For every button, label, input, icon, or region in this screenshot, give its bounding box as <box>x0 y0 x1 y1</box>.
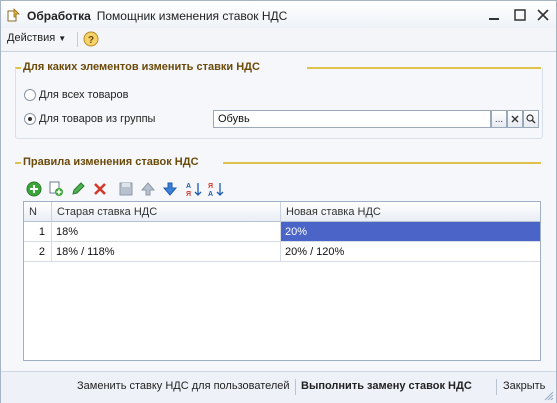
minimize-button[interactable] <box>485 6 503 24</box>
row-2-old-rate[interactable]: 18% / 118% <box>52 242 281 262</box>
window-title: Обработка Помощник изменения ставок НДС <box>27 9 287 23</box>
group-elements-box <box>15 68 543 139</box>
command-bar: Действия ▼ ? <box>1 28 556 52</box>
minimize-icon <box>489 18 499 20</box>
ellipsis-icon: ... <box>494 113 504 125</box>
menu-separator <box>77 32 78 47</box>
group-rules-title: Правила изменения ставок НДС <box>23 156 199 168</box>
add-icon[interactable] <box>26 181 42 197</box>
select-group-button[interactable]: ... <box>491 110 507 128</box>
copy-icon[interactable] <box>48 181 64 197</box>
svg-text:А: А <box>208 191 213 197</box>
replace-rate-for-users-button[interactable]: Заменить ставку НДС для пользователей <box>77 380 290 392</box>
sort-desc-icon[interactable]: Я А <box>208 181 224 197</box>
move-down-icon[interactable] <box>162 181 178 197</box>
row-2-n[interactable]: 2 <box>24 242 52 262</box>
save-icon[interactable] <box>118 181 134 197</box>
group-rules-line-right <box>223 162 541 164</box>
close-window-button[interactable] <box>534 6 552 24</box>
open-group-button[interactable] <box>523 110 539 128</box>
maximize-icon <box>514 9 526 21</box>
resize-grip-icon[interactable] <box>544 391 554 401</box>
dialog-window: Обработка Помощник изменения ставок НДС Д… <box>0 0 557 403</box>
group-rules-line-left <box>15 162 21 164</box>
edit-icon[interactable] <box>70 181 86 197</box>
svg-text:Я: Я <box>186 191 191 197</box>
row-1-n[interactable]: 1 <box>24 222 52 242</box>
footer-separator-2 <box>496 379 497 395</box>
chevron-down-icon: ▼ <box>58 34 67 43</box>
svg-text:А: А <box>186 183 191 190</box>
window-title-bold: Обработка <box>27 9 91 23</box>
execute-replacement-button[interactable]: Выполнить замену ставок НДС <box>301 380 472 392</box>
row-2-new-rate[interactable]: 20% / 120% <box>281 242 540 262</box>
row-1-new-rate[interactable]: 20% <box>281 222 540 242</box>
close-icon <box>537 9 549 21</box>
rules-table[interactable]: N Старая ставка НДС Новая ставка НДС 1 1… <box>23 201 541 361</box>
footer-separator-1 <box>295 379 296 395</box>
close-button[interactable]: Закрыть <box>503 380 545 392</box>
radio-all-products-label: Для всех товаров <box>39 89 129 101</box>
move-up-icon[interactable] <box>140 181 156 197</box>
window-title-rest: Помощник изменения ставок НДС <box>96 9 288 23</box>
column-header-new-rate[interactable]: Новая ставка НДС <box>281 202 540 222</box>
product-group-field[interactable]: Обувь <box>213 110 491 128</box>
sort-asc-icon[interactable]: А Я <box>186 181 202 197</box>
help-icon[interactable]: ? <box>83 31 99 47</box>
delete-icon[interactable] <box>92 181 108 197</box>
actions-menu[interactable]: Действия ▼ <box>7 32 66 44</box>
radio-all-products[interactable] <box>24 89 36 101</box>
maximize-button[interactable] <box>511 6 529 24</box>
svg-text:Я: Я <box>208 183 213 190</box>
clear-icon <box>511 115 519 123</box>
actions-label: Действия <box>7 32 56 44</box>
clear-group-button[interactable] <box>507 110 523 128</box>
column-header-old-rate[interactable]: Старая ставка НДС <box>52 202 281 222</box>
radio-products-from-group[interactable] <box>24 113 36 125</box>
column-header-n[interactable]: N <box>24 202 52 222</box>
row-1-old-rate[interactable]: 18% <box>52 222 281 242</box>
footer-bar: Заменить ставку НДС для пользователей Вы… <box>1 371 556 403</box>
search-icon <box>526 114 536 124</box>
processing-icon <box>7 8 20 22</box>
svg-text:?: ? <box>88 35 94 46</box>
radio-products-from-group-label: Для товаров из группы <box>39 113 156 125</box>
title-bar: Обработка Помощник изменения ставок НДС <box>1 1 556 28</box>
product-group-value: Обувь <box>218 113 250 125</box>
